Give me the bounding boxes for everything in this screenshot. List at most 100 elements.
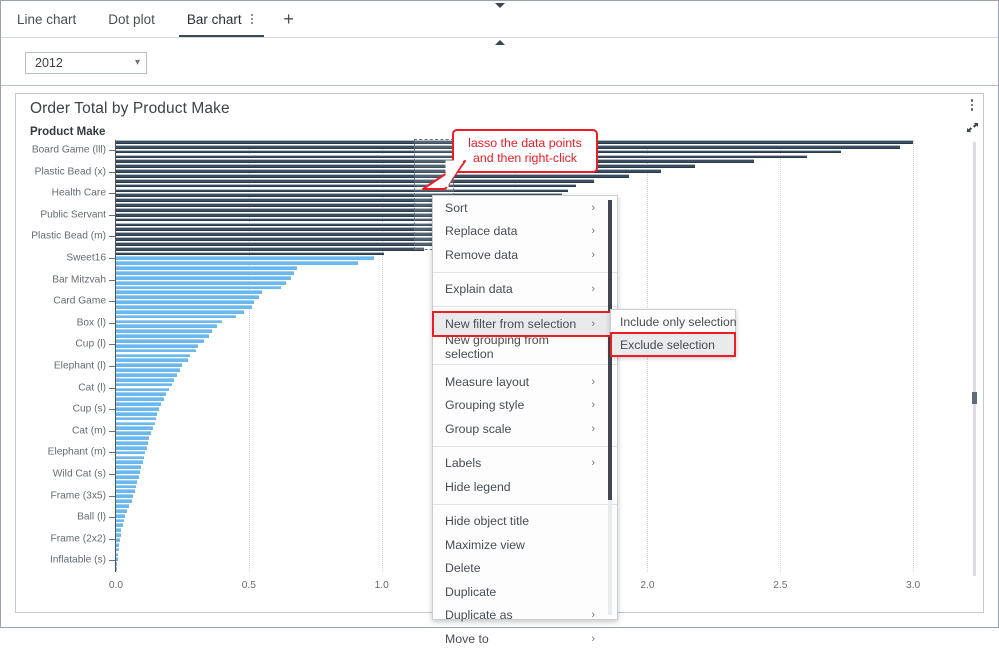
bar[interactable]	[116, 446, 147, 450]
menu-item[interactable]: Grouping style›	[433, 394, 617, 418]
filter-submenu[interactable]: Include only selectionExclude selection	[610, 309, 736, 356]
bar[interactable]	[116, 504, 129, 508]
bar[interactable]	[116, 334, 209, 338]
bar[interactable]	[116, 349, 196, 353]
bar[interactable]	[116, 392, 166, 396]
bar[interactable]	[116, 300, 254, 304]
bar[interactable]	[116, 407, 159, 411]
bar[interactable]	[116, 164, 695, 168]
context-menu-scrollbar[interactable]	[608, 200, 612, 615]
bar[interactable]	[116, 252, 384, 256]
tab-dot-plot[interactable]: Dot plot	[92, 1, 171, 37]
collapse-handle-top-icon[interactable]	[493, 2, 507, 9]
menu-item[interactable]: Duplicate	[433, 580, 617, 604]
bar[interactable]	[116, 281, 286, 285]
menu-item[interactable]: Sort›	[433, 196, 617, 220]
submenu-item[interactable]: Exclude selection	[611, 333, 735, 356]
bar[interactable]	[116, 562, 117, 566]
bar[interactable]	[116, 276, 291, 280]
bar[interactable]	[116, 388, 169, 392]
bar[interactable]	[116, 324, 217, 328]
bar[interactable]	[116, 363, 182, 367]
menu-item[interactable]: Measure layout›	[433, 370, 617, 394]
bar[interactable]	[116, 499, 132, 503]
menu-item[interactable]: New filter from selection›	[433, 312, 617, 336]
bar[interactable]	[116, 475, 139, 479]
chart-vertical-scrollbar[interactable]	[973, 142, 976, 576]
bar[interactable]	[116, 470, 140, 474]
submenu-item[interactable]: Include only selection	[611, 310, 735, 333]
bar[interactable]	[116, 431, 151, 435]
bar[interactable]	[116, 329, 212, 333]
bar[interactable]	[116, 256, 374, 260]
menu-item[interactable]: Hide legend	[433, 475, 617, 499]
menu-item[interactable]: Explain data›	[433, 278, 617, 302]
bar[interactable]	[116, 310, 244, 314]
tab-line-chart[interactable]: Line chart	[1, 1, 92, 37]
bar[interactable]	[116, 354, 190, 358]
bar[interactable]	[116, 480, 137, 484]
bar[interactable]	[116, 567, 117, 571]
menu-item[interactable]: Delete	[433, 557, 617, 581]
bar[interactable]	[116, 378, 174, 382]
bar[interactable]	[116, 460, 143, 464]
bar[interactable]	[116, 397, 164, 401]
bar[interactable]	[116, 548, 119, 552]
bar[interactable]	[116, 451, 145, 455]
bar[interactable]	[116, 286, 281, 290]
add-tab-button[interactable]: +	[272, 1, 306, 37]
bar[interactable]	[116, 514, 125, 518]
bar[interactable]	[116, 509, 127, 513]
bar[interactable]	[116, 320, 222, 324]
bar[interactable]	[116, 344, 198, 348]
menu-item[interactable]: New grouping from selection	[433, 336, 617, 360]
bar[interactable]	[116, 412, 157, 416]
bar[interactable]	[116, 533, 121, 537]
menu-item[interactable]: Hide object title	[433, 510, 617, 534]
menu-item[interactable]: Move to›	[433, 627, 617, 651]
bar[interactable]	[116, 485, 136, 489]
bar[interactable]	[116, 373, 177, 377]
bar[interactable]	[116, 383, 172, 387]
expand-arrow-icon[interactable]	[966, 121, 979, 139]
bar[interactable]	[116, 523, 123, 527]
tab-bar-chart[interactable]: Bar chart	[171, 1, 272, 37]
bar[interactable]	[116, 553, 118, 557]
bar[interactable]	[116, 266, 297, 270]
bar[interactable]	[116, 315, 236, 319]
bar[interactable]	[116, 339, 204, 343]
bar[interactable]	[116, 557, 118, 561]
bar[interactable]	[116, 402, 161, 406]
menu-item[interactable]: Labels›	[433, 452, 617, 476]
bar[interactable]	[116, 417, 156, 421]
bar[interactable]	[116, 494, 133, 498]
context-menu[interactable]: Sort›Replace data›Remove data›Explain da…	[432, 195, 618, 620]
bar[interactable]	[116, 290, 262, 294]
bar[interactable]	[116, 261, 358, 265]
bar[interactable]	[116, 543, 119, 547]
year-select[interactable]: 2012 ▾	[25, 52, 147, 74]
bar[interactable]	[116, 436, 149, 440]
bar[interactable]	[116, 305, 252, 309]
bar[interactable]	[116, 426, 153, 430]
bar[interactable]	[116, 295, 259, 299]
bar[interactable]	[116, 489, 135, 493]
bar[interactable]	[116, 441, 148, 445]
bar[interactable]	[116, 247, 424, 251]
bar[interactable]	[116, 184, 576, 188]
bar[interactable]	[116, 456, 144, 460]
scrollbar-thumb[interactable]	[972, 392, 977, 404]
kebab-menu-icon[interactable]	[971, 99, 974, 111]
menu-item[interactable]: Replace data›	[433, 220, 617, 244]
collapse-handle-filter-icon[interactable]	[493, 39, 507, 46]
bar[interactable]	[116, 538, 120, 542]
bar[interactable]	[116, 519, 124, 523]
bar[interactable]	[116, 174, 629, 178]
tab-kebab-menu-icon[interactable]	[248, 12, 256, 25]
bar[interactable]	[116, 179, 594, 183]
menu-item[interactable]: Group scale›	[433, 417, 617, 441]
bar[interactable]	[116, 368, 180, 372]
menu-item[interactable]: Duplicate as›	[433, 604, 617, 628]
bar[interactable]	[116, 358, 188, 362]
bar[interactable]	[116, 422, 155, 426]
